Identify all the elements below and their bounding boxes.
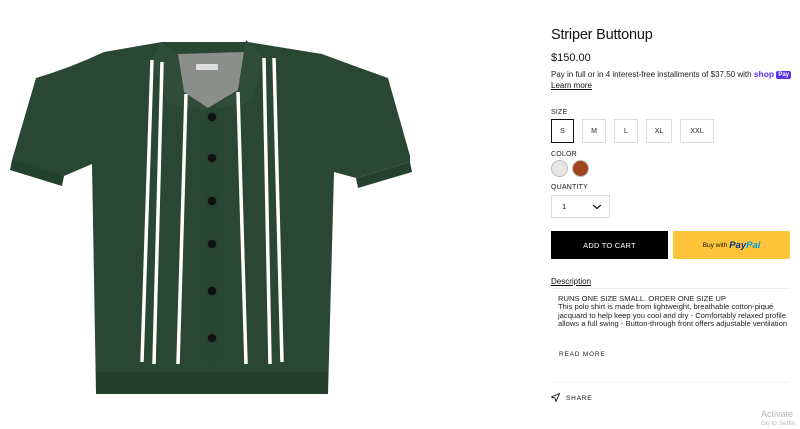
- watermark-title: Activate: [761, 409, 794, 419]
- product-price: $150.00: [551, 52, 591, 64]
- size-option-m[interactable]: M: [582, 119, 606, 143]
- size-option-xl[interactable]: XL: [646, 119, 672, 143]
- size-option-xxl[interactable]: XXL: [680, 119, 714, 143]
- watermark-subtitle: Go to Settin: [761, 420, 796, 427]
- color-selector: [551, 160, 593, 177]
- divider: [551, 288, 790, 289]
- quantity-select[interactable]: 1: [551, 195, 610, 218]
- shirt-illustration: [10, 40, 412, 394]
- paypal-logo: PayPal: [729, 240, 760, 251]
- size-selector: S M L XL XXL: [551, 119, 722, 143]
- share-button[interactable]: SHARE: [550, 392, 593, 404]
- product-image[interactable]: [0, 0, 430, 429]
- description-text: RUNS ONE SIZE SMALL. ORDER ONE SIZE UP T…: [558, 294, 790, 329]
- size-label: SIZE: [551, 109, 568, 116]
- buy-with-text: Buy with: [702, 241, 728, 249]
- size-option-s[interactable]: S: [551, 119, 574, 143]
- color-label: COLOR: [551, 151, 577, 158]
- learn-more-link[interactable]: Learn more: [551, 81, 791, 91]
- add-to-cart-button[interactable]: ADD TO CART: [551, 231, 668, 259]
- share-icon: [550, 392, 561, 404]
- quantity-label: QUANTITY: [551, 184, 588, 191]
- chevron-down-icon: [592, 202, 602, 212]
- share-label: SHARE: [566, 395, 593, 402]
- paypal-logo-pay: Pay: [729, 239, 747, 251]
- divider: [551, 382, 790, 383]
- shoppay-badge: Pay: [776, 71, 792, 79]
- paypal-logo-pal: Pal: [746, 239, 761, 251]
- buy-with-paypal-button[interactable]: Buy with PayPal: [673, 231, 790, 259]
- description-tab[interactable]: Description: [551, 277, 591, 286]
- installments-text: Pay in full or in 4 interest-free instal…: [551, 69, 792, 91]
- activate-windows-watermark: Activate Go to Settin: [761, 409, 795, 429]
- installments-copy: Pay in full or in 4 interest-free instal…: [551, 70, 752, 79]
- color-swatch-brown[interactable]: [572, 160, 589, 177]
- description-body: This polo shirt is made from lightweight…: [558, 302, 788, 329]
- size-option-l[interactable]: L: [614, 119, 638, 143]
- product-title: Striper Buttonup: [551, 27, 653, 43]
- read-more-link[interactable]: READ MORE: [559, 351, 606, 358]
- shoppay-logo: shop: [753, 69, 775, 79]
- quantity-value: 1: [562, 202, 567, 211]
- color-swatch-light-grey[interactable]: [551, 160, 568, 177]
